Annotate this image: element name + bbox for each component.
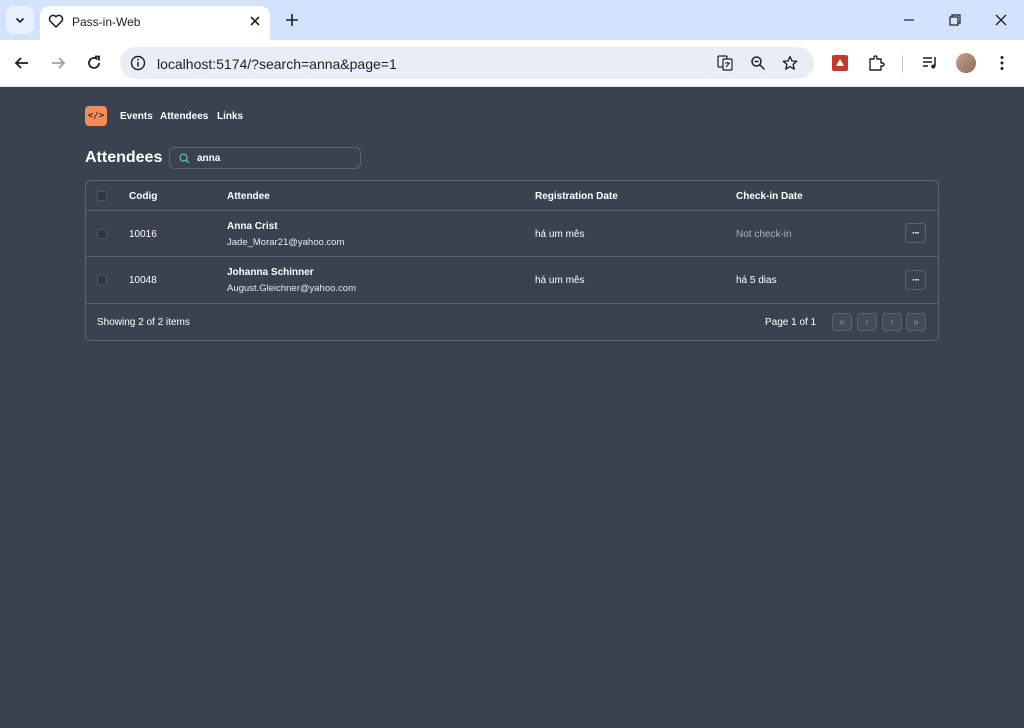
address-bar[interactable]: localhost:5174/?search=anna&page=1	[120, 47, 814, 79]
row-checkbox[interactable]	[97, 229, 107, 239]
window-close-icon[interactable]	[991, 10, 1011, 30]
column-header-code: Codig	[129, 191, 158, 202]
row-more-button[interactable]: ···	[905, 270, 926, 290]
page-title: Attendees	[85, 149, 163, 166]
url-text[interactable]: localhost:5174/?search=anna&page=1	[157, 56, 397, 72]
zoom-icon[interactable]	[750, 55, 766, 71]
column-header-registration-date: Registration Date	[535, 191, 618, 202]
heart-icon	[48, 14, 64, 28]
browser-tab-bar: Pass-in-Web	[0, 0, 1024, 40]
attendee-email: Jade_Morar21@yahoo.com	[227, 237, 345, 248]
profile-avatar[interactable]	[956, 53, 976, 73]
site-info-icon[interactable]	[130, 55, 146, 71]
last-page-button[interactable]: »	[906, 313, 926, 331]
media-control-icon[interactable]	[921, 54, 939, 72]
browser-toolbar: localhost:5174/?search=anna&page=1	[0, 40, 1024, 87]
registration-date: há um mês	[535, 229, 585, 240]
first-page-button[interactable]: «	[832, 313, 852, 331]
row-divider	[86, 210, 938, 211]
back-icon[interactable]	[13, 54, 31, 72]
nav-link-events[interactable]: Events	[120, 111, 153, 122]
nav-link-links[interactable]: Links	[217, 111, 243, 122]
attendee-email: August.Gleichner@yahoo.com	[227, 283, 356, 294]
browser-tab[interactable]: Pass-in-Web	[40, 6, 270, 40]
select-all-checkbox[interactable]	[97, 191, 107, 201]
column-header-checkin-date: Check-in Date	[736, 191, 803, 202]
menu-kebab-icon[interactable]	[993, 54, 1011, 72]
registration-date: há um mês	[535, 275, 585, 286]
restore-icon[interactable]	[945, 10, 965, 30]
translate-icon[interactable]	[717, 55, 733, 71]
forward-icon[interactable]	[49, 54, 67, 72]
checkin-date: há 5 dias	[736, 275, 777, 286]
column-header-attendee: Attendee	[227, 191, 270, 202]
attendee-code: 10016	[129, 229, 157, 240]
attendee-code: 10048	[129, 275, 157, 286]
row-divider	[86, 303, 938, 304]
attendees-table: Codig Attendee Registration Date Check-i…	[85, 180, 939, 341]
nav-link-attendees[interactable]: Attendees	[160, 111, 208, 122]
search-box[interactable]	[169, 147, 361, 169]
search-icon	[179, 153, 190, 164]
extensions-puzzle-icon[interactable]	[867, 54, 885, 72]
search-input[interactable]	[197, 151, 352, 166]
row-more-button[interactable]: ···	[905, 223, 926, 243]
reload-icon[interactable]	[85, 54, 103, 72]
minimize-icon[interactable]	[899, 10, 919, 30]
attendee-name: Johanna Schinner	[227, 267, 314, 278]
row-checkbox[interactable]	[97, 275, 107, 285]
extension-icon[interactable]	[831, 54, 849, 72]
prev-page-button[interactable]: ‹	[857, 313, 877, 331]
items-count: Showing 2 of 2 items	[97, 317, 190, 328]
close-icon[interactable]	[248, 14, 262, 28]
tab-search-button[interactable]	[6, 6, 34, 34]
new-tab-icon[interactable]	[282, 10, 302, 30]
chevron-down-icon	[15, 17, 25, 24]
attendee-name: Anna Crist	[227, 221, 278, 232]
app-logo: </>	[85, 106, 107, 126]
toolbar-divider	[902, 55, 903, 73]
next-page-button[interactable]: ›	[882, 313, 902, 331]
tab-title: Pass-in-Web	[72, 15, 141, 29]
checkin-date: Not check-in	[736, 229, 792, 240]
bookmark-star-icon[interactable]	[782, 55, 798, 71]
page-indicator: Page 1 of 1	[765, 317, 817, 328]
row-divider	[86, 256, 938, 257]
